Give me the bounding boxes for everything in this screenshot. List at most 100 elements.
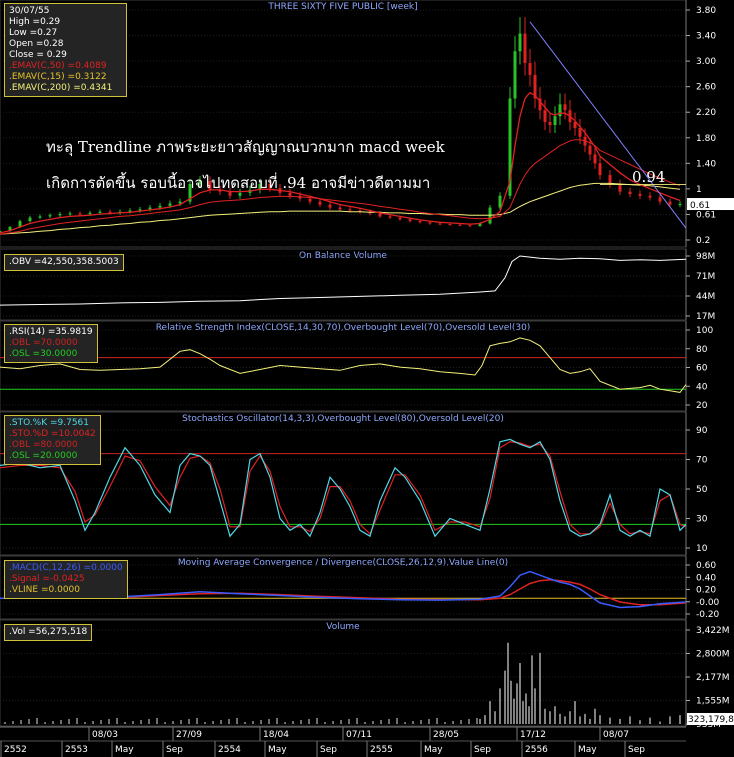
obv-label: .OBV =42,550,358.5003 bbox=[4, 254, 124, 271]
y-tick-label: -0.00 bbox=[696, 598, 720, 608]
y-tick-label: 0.40 bbox=[696, 573, 716, 583]
candle-body bbox=[518, 33, 522, 52]
y-tick-label: 3,422M bbox=[696, 626, 730, 636]
candle-body bbox=[458, 224, 462, 226]
y-tick-label: 1 bbox=[696, 185, 702, 195]
x-tick-label: May bbox=[268, 745, 287, 755]
y-tick-label: 2,177M bbox=[696, 673, 730, 683]
candle-body bbox=[418, 221, 422, 223]
y-tick-label: 60 bbox=[696, 364, 708, 374]
y-tick-label: 98M bbox=[696, 252, 715, 262]
candle-body bbox=[348, 209, 352, 211]
y-tick-label: 100 bbox=[696, 326, 713, 336]
x-tick-label: 28/05 bbox=[433, 730, 459, 740]
candle-body bbox=[658, 197, 662, 202]
y-tick-label: 1.40 bbox=[696, 159, 716, 169]
y-tick-label: 3.00 bbox=[696, 57, 716, 67]
y-tick-label: 17M bbox=[696, 312, 715, 322]
x-tick-label: May bbox=[424, 745, 443, 755]
y-tick-label: 2,800M bbox=[696, 650, 730, 660]
y-tick-label: 90 bbox=[696, 426, 708, 436]
y-tick-label: 2.60 bbox=[696, 83, 716, 93]
x-tick-label: 2552 bbox=[4, 745, 27, 755]
y-tick-label: 10 bbox=[696, 544, 708, 554]
candle-body bbox=[498, 195, 502, 208]
candle-body bbox=[88, 212, 92, 215]
x-tick-label: Sep bbox=[628, 745, 645, 755]
candle-body bbox=[168, 203, 172, 206]
x-tick-label: 08/07 bbox=[603, 730, 629, 740]
info-ema15: .EMAV(C,15) =0.3122 bbox=[9, 72, 107, 82]
last-price-tag: 0.61 bbox=[690, 201, 710, 211]
y-tick-label: 30 bbox=[696, 515, 708, 525]
info-open: Open =0.28 bbox=[9, 39, 64, 49]
y-tick-label: 70 bbox=[696, 456, 708, 466]
candle-body bbox=[448, 224, 452, 226]
volume-label: .Vol =56,275,518 bbox=[4, 624, 93, 641]
candle-body bbox=[98, 211, 102, 213]
candle-body bbox=[78, 213, 82, 215]
candle-body bbox=[523, 33, 527, 64]
y-tick-label: 40 bbox=[696, 382, 708, 392]
candle-body bbox=[338, 207, 342, 210]
candle-body bbox=[28, 217, 32, 222]
candle-body bbox=[108, 211, 112, 213]
x-tick-label: Sep bbox=[166, 745, 183, 755]
info-ema50: .EMAV(C,50) =0.4089 bbox=[9, 61, 107, 71]
x-tick-label: Sep bbox=[320, 745, 337, 755]
candle-body bbox=[308, 198, 312, 202]
level-label: 0.94 bbox=[632, 168, 666, 186]
panel-title-macd: Moving Average Convergence / Divergence(… bbox=[178, 558, 508, 568]
candle-body bbox=[68, 213, 72, 215]
panel-title-stoch: Stochastics Oscillator(14,3,3),Overbough… bbox=[182, 414, 504, 424]
candle-body bbox=[553, 116, 557, 125]
x-tick-label: 2554 bbox=[218, 745, 241, 755]
candle-body bbox=[648, 195, 652, 198]
candle-body bbox=[378, 213, 382, 217]
candle-body bbox=[148, 207, 152, 210]
y-tick-label: 50 bbox=[696, 485, 708, 495]
candle-body bbox=[543, 110, 547, 123]
y-tick-label: 2.20 bbox=[696, 108, 716, 118]
y-tick-label: 71M bbox=[696, 272, 715, 282]
candle-body bbox=[468, 225, 472, 227]
candle-body bbox=[408, 219, 412, 222]
candle-body bbox=[548, 122, 552, 125]
y-tick-label: 20 bbox=[696, 401, 708, 411]
candle-body bbox=[628, 191, 632, 194]
candle-body bbox=[668, 201, 672, 205]
volume-tag: 323,179,8 bbox=[688, 715, 734, 725]
candle-body bbox=[48, 215, 52, 217]
candle-body bbox=[618, 183, 622, 192]
info-close: Close = 0.29 bbox=[9, 50, 67, 60]
y-tick-label: 3.40 bbox=[696, 32, 716, 42]
info-date: 30/07/55 bbox=[9, 6, 50, 16]
candle-body bbox=[563, 104, 567, 111]
x-tick-label: May bbox=[115, 745, 134, 755]
candle-body bbox=[398, 217, 402, 220]
x-tick-label: 2556 bbox=[525, 745, 548, 755]
x-tick-label: 08/03 bbox=[92, 730, 118, 740]
macd-legend: .MACD(C,12,26) =0.0000 .Signal =-0.0425 … bbox=[4, 560, 128, 599]
panel-title-volume: Volume bbox=[326, 622, 360, 632]
y-tick-label: 3.80 bbox=[696, 6, 716, 16]
candle-body bbox=[528, 63, 532, 75]
y-tick-label: 0.61 bbox=[696, 210, 716, 220]
candle-body bbox=[598, 163, 602, 176]
chart-canvas: THREE SIXTY FIVE PUBLIC [week]On Balance… bbox=[0, 0, 734, 757]
y-tick-label: 0.20 bbox=[696, 586, 716, 596]
price-info-box: 30/07/55 High =0.29 Low =0.27 Open =0.28… bbox=[4, 3, 127, 97]
y-tick-label: 0.2 bbox=[696, 236, 710, 246]
candle-body bbox=[588, 145, 592, 155]
x-tick-label: 2555 bbox=[370, 745, 393, 755]
rsi-legend: .RSI(14) =35.9819 .OBL =70.0000 .OSL =30… bbox=[4, 324, 98, 363]
candle-body bbox=[128, 210, 132, 212]
y-tick-label: -0.20 bbox=[696, 610, 720, 620]
candle-body bbox=[558, 104, 562, 117]
info-ema200: .EMAV(C,200) =0.4341 bbox=[9, 83, 113, 93]
candle-body bbox=[578, 127, 582, 137]
annotation-line-2: เกิดการตัดขึ้น รอบนี้อาจไปทดสอบที่ .94 อ… bbox=[46, 174, 431, 192]
candle-body bbox=[318, 201, 322, 205]
candle-body bbox=[438, 223, 442, 225]
candle-body bbox=[678, 204, 682, 206]
